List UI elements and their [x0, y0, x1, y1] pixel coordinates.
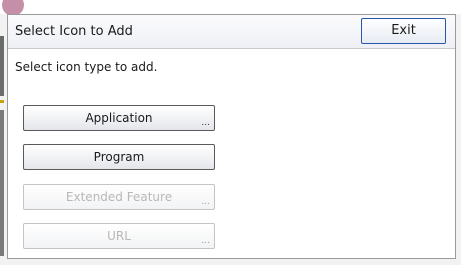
url-more-icon: ... [201, 236, 210, 246]
background-top-strip [0, 0, 461, 14]
program-button[interactable]: Program [23, 144, 215, 170]
background-left-edge [0, 36, 4, 96]
application-button-label: Application [85, 111, 153, 125]
extended-feature-button: Extended Feature ... [23, 184, 215, 210]
dialog-title: Select Icon to Add [15, 24, 133, 39]
url-button: URL ... [23, 223, 215, 249]
dialog-titlebar: Select Icon to Add Exit [8, 15, 455, 49]
application-more-icon: ... [201, 118, 210, 128]
exit-button[interactable]: Exit [361, 18, 446, 44]
url-button-label: URL [107, 229, 131, 243]
dialog-prompt: Select icon type to add. [15, 60, 158, 74]
select-icon-dialog: Select Icon to Add Exit Select icon type… [7, 14, 456, 259]
background-left-accent [0, 100, 4, 103]
program-button-label: Program [93, 150, 145, 164]
extended-feature-more-icon: ... [201, 197, 210, 207]
background-left-edge-lower [0, 110, 4, 256]
extended-feature-button-label: Extended Feature [65, 190, 173, 204]
application-button[interactable]: Application ... [23, 105, 215, 131]
